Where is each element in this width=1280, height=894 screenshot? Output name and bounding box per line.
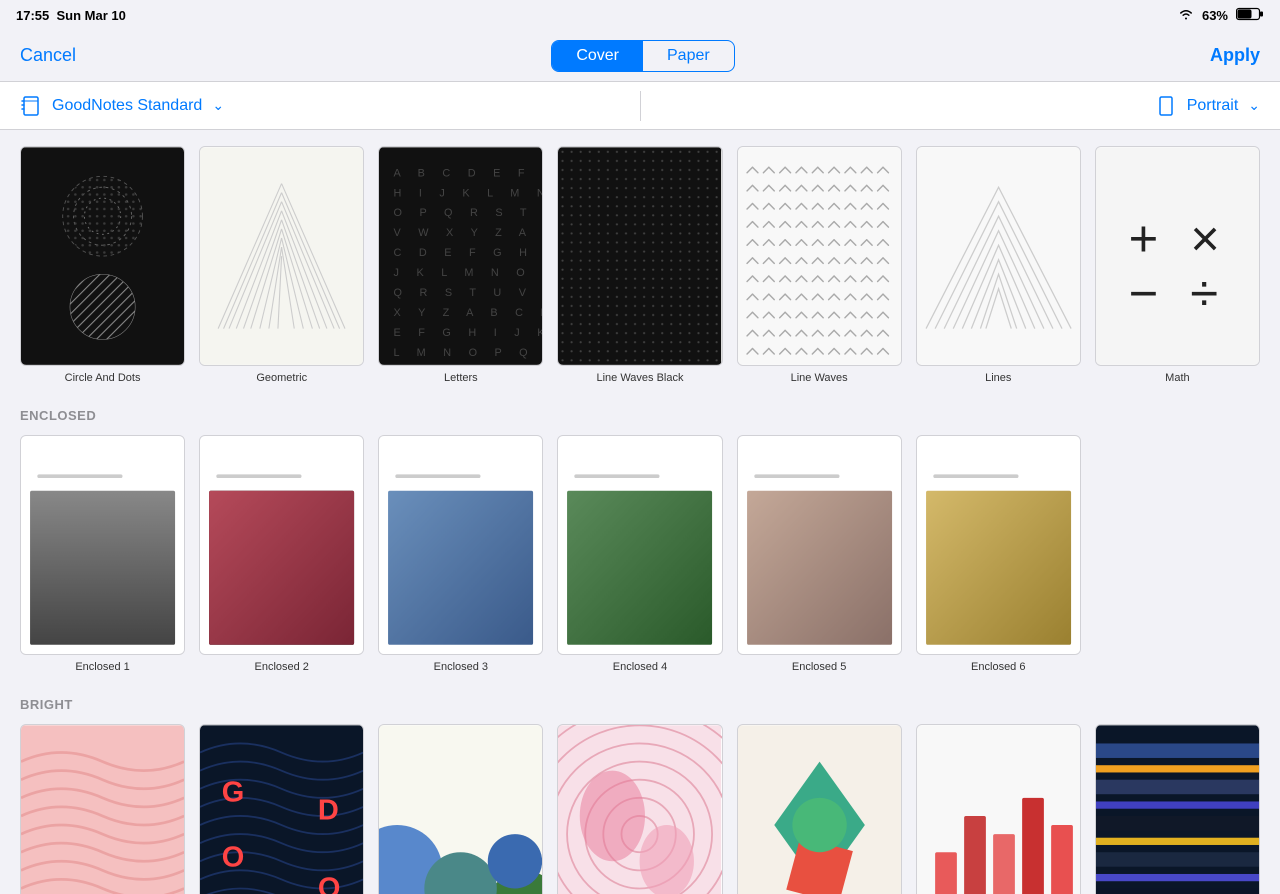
battery-icon (1236, 7, 1264, 24)
cover-paper-tabs: Cover Paper (551, 40, 734, 72)
chevron-down-icon: ⌄ (212, 97, 224, 114)
cover-thumb-math: + × − ÷ (1095, 146, 1260, 366)
list-item[interactable]: A B C D E F G H I J K L M N O P Q R S T … (378, 146, 543, 384)
list-item[interactable] (557, 724, 722, 894)
list-item[interactable] (20, 724, 185, 894)
cover-label: Enclosed 5 (792, 661, 846, 673)
cover-label: Geometric (256, 372, 307, 384)
cover-label: Line Waves (791, 372, 848, 384)
list-item[interactable]: G D O O (199, 724, 364, 894)
cover-label: Math (1165, 372, 1189, 384)
orientation-icon (1155, 95, 1177, 117)
cover-label: Enclosed 6 (971, 661, 1025, 673)
default-section-grid: Circle And Dots (20, 146, 1260, 384)
cover-thumb-circle-dots (20, 146, 185, 366)
list-item[interactable]: Line Waves (737, 146, 902, 384)
tab-cover[interactable]: Cover (552, 41, 643, 71)
cover-label: Line Waves Black (596, 372, 683, 384)
selector-bar: GoodNotes Standard ⌄ Portrait ⌄ (0, 82, 1280, 130)
chevron-down-icon-2: ⌄ (1248, 97, 1260, 114)
cover-thumb-lwblack (557, 146, 722, 366)
section-label-enclosed: ENCLOSED (20, 408, 1260, 423)
battery-percent: 63% (1202, 8, 1228, 23)
list-item[interactable] (916, 724, 1081, 894)
orientation-selector[interactable]: Portrait ⌄ (641, 95, 1261, 117)
cover-thumb-letters: A B C D E F G H I J K L M N O P Q R S T … (378, 146, 543, 366)
cover-thumb-geometric (199, 146, 364, 366)
orientation-label: Portrait (1187, 97, 1239, 115)
cover-thumb-enclosed-3 (378, 435, 543, 655)
cover-thumb-enclosed-1 (20, 435, 185, 655)
cancel-button[interactable]: Cancel (20, 45, 76, 66)
cover-label: Enclosed 2 (254, 661, 308, 673)
list-item[interactable]: Circle And Dots (20, 146, 185, 384)
cover-thumb-lw (737, 146, 902, 366)
notebook-style-selector[interactable]: GoodNotes Standard ⌄ (20, 95, 640, 117)
notebook-style-label: GoodNotes Standard (52, 97, 202, 115)
list-item[interactable] (737, 724, 902, 894)
cover-thumb-enclosed-4 (557, 435, 722, 655)
cover-label: Circle And Dots (65, 372, 141, 384)
cover-label: Enclosed 4 (613, 661, 667, 673)
cover-thumb-bright-2: G D O O (199, 724, 364, 894)
list-item[interactable]: Geometric (199, 146, 364, 384)
section-label-bright: BRIGHT (20, 697, 1260, 712)
cover-thumb-enclosed-6 (916, 435, 1081, 655)
cover-thumb-bright-5 (737, 724, 902, 894)
list-item[interactable]: Enclosed 3 (378, 435, 543, 673)
cover-label: Lines (985, 372, 1011, 384)
list-item[interactable]: Line Waves Black (557, 146, 722, 384)
cover-label: Enclosed 1 (75, 661, 129, 673)
list-item[interactable]: Enclosed 2 (199, 435, 364, 673)
toolbar: Cancel Cover Paper Apply (0, 30, 1280, 82)
list-item[interactable]: Enclosed 4 (557, 435, 722, 673)
cover-thumb-bright-7 (1095, 724, 1260, 894)
list-item[interactable]: Enclosed 1 (20, 435, 185, 673)
list-item[interactable] (1095, 724, 1260, 894)
list-item[interactable]: Lines (916, 146, 1081, 384)
status-time-date: 17:55 Sun Mar 10 (16, 8, 126, 23)
status-indicators: 63% (1178, 7, 1264, 24)
tab-paper[interactable]: Paper (643, 41, 734, 71)
list-item[interactable]: Enclosed 6 (916, 435, 1081, 673)
wifi-icon (1178, 8, 1194, 23)
status-bar: 17:55 Sun Mar 10 63% (0, 0, 1280, 30)
cover-label: Enclosed 3 (434, 661, 488, 673)
cover-thumb-bright-4 (557, 724, 722, 894)
notebook-icon (20, 95, 42, 117)
apply-button[interactable]: Apply (1210, 45, 1260, 66)
list-item[interactable] (378, 724, 543, 894)
cover-thumb-bright-1 (20, 724, 185, 894)
cover-thumb-enclosed-5 (737, 435, 902, 655)
enclosed-section-grid: Enclosed 1 (20, 435, 1260, 673)
list-item[interactable]: + × − ÷ Math (1095, 146, 1260, 384)
bright-section-grid: G D O O (20, 724, 1260, 894)
cover-label: Letters (444, 372, 478, 384)
cover-thumb-bright-6 (916, 724, 1081, 894)
cover-thumb-enclosed-2 (199, 435, 364, 655)
list-item[interactable]: Enclosed 5 (737, 435, 902, 673)
cover-thumb-bright-3 (378, 724, 543, 894)
cover-thumb-lines (916, 146, 1081, 366)
cover-gallery: Circle And Dots (0, 130, 1280, 894)
